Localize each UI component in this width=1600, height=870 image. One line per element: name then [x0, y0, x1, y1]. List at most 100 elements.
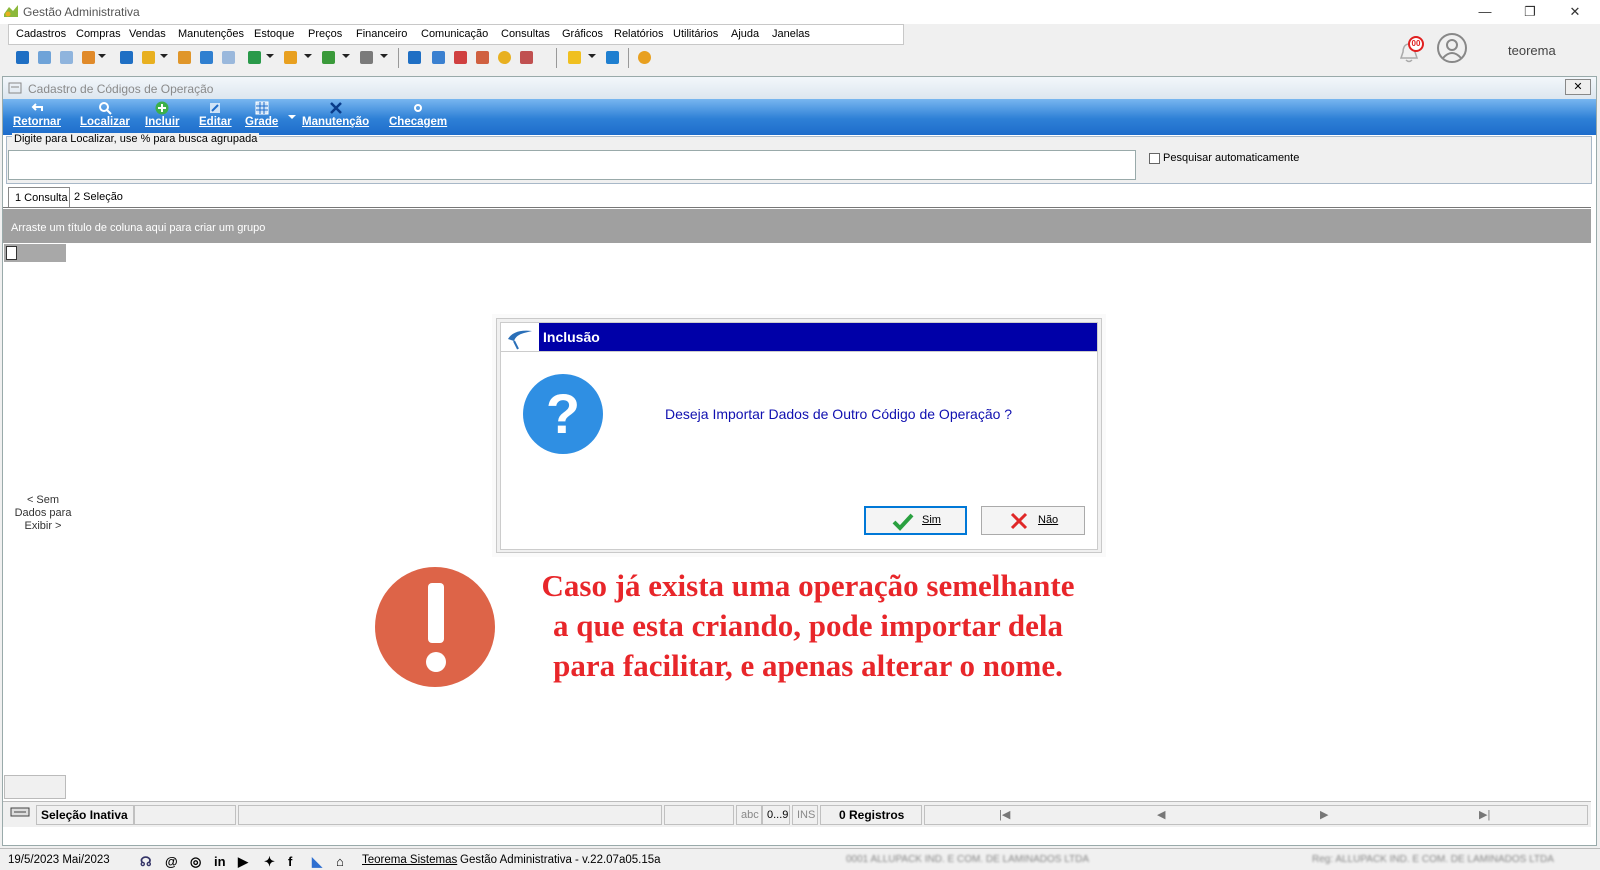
tab-consulta[interactable]: 1 Consulta: [8, 187, 70, 207]
username: teorema: [1508, 43, 1556, 58]
pasta-icon[interactable]: [142, 51, 155, 64]
menu-consultas[interactable]: Consultas: [501, 28, 550, 40]
checagem-button[interactable]: Checagem: [389, 101, 447, 128]
dialog-body: ? Deseja Importar Dados de Outro Código …: [500, 352, 1098, 550]
support-icon[interactable]: ☊: [140, 854, 152, 870]
email-icon[interactable]: @: [165, 854, 178, 869]
dinheiro-icon[interactable]: [200, 51, 213, 64]
impressora-icon[interactable]: [360, 51, 373, 64]
window-title: Gestão Administrativa: [23, 5, 140, 19]
notifications-bell-icon[interactable]: 00: [1398, 36, 1424, 64]
form-icon: [8, 82, 22, 94]
youtube-icon[interactable]: ▶: [238, 854, 248, 870]
auto-search-checkbox[interactable]: [1149, 153, 1160, 164]
nav-last-button[interactable]: ▶|: [1479, 806, 1490, 824]
manutencao-button[interactable]: Manutenção: [302, 101, 369, 128]
linkedin-icon[interactable]: in: [214, 854, 226, 869]
auto-search-label[interactable]: Pesquisar automaticamente: [1163, 152, 1299, 164]
records-count: 0 Registros: [820, 805, 922, 825]
clientes-icon[interactable]: [16, 51, 29, 64]
menu-estoque[interactable]: Estoque: [254, 28, 294, 40]
question-icon: ?: [523, 374, 603, 454]
relatorio-icon[interactable]: [520, 51, 533, 64]
agenda-icon[interactable]: [476, 51, 489, 64]
user-avatar-icon[interactable]: [1437, 33, 1467, 63]
teorema-logo-icon[interactable]: ◣: [312, 854, 322, 870]
restore-button[interactable]: ❐: [1515, 2, 1545, 22]
editar-button[interactable]: Editar: [199, 101, 232, 128]
app-status-bar: 19/5/2023 Mai/2023 ☊ @ ◎ in ▶ ✦ f ◣ ⌂ Te…: [0, 848, 1600, 870]
usuario-icon[interactable]: [178, 51, 191, 64]
app-logo-icon: [4, 5, 18, 17]
dropdown-arrow-icon[interactable]: [304, 54, 312, 58]
dropdown-arrow-icon[interactable]: [160, 54, 168, 58]
financeiro-icon[interactable]: [322, 51, 335, 64]
abc-indicator: abc: [736, 805, 762, 825]
dropdown-arrow-icon[interactable]: [266, 54, 274, 58]
menu-graficos[interactable]: Gráficos: [562, 28, 603, 40]
monitor-icon[interactable]: [408, 51, 421, 64]
menu-cadastros[interactable]: Cadastros: [16, 28, 66, 40]
relogio-icon[interactable]: [498, 51, 511, 64]
teorema-link[interactable]: Teorema Sistemas: [362, 854, 457, 866]
column-chooser-icon[interactable]: [6, 246, 17, 260]
fornecedores-icon[interactable]: [38, 51, 51, 64]
nota-icon[interactable]: [222, 51, 235, 64]
dropdown-arrow-icon[interactable]: [380, 54, 388, 58]
instagram-icon[interactable]: ◎: [190, 854, 201, 870]
ajuda-icon[interactable]: [606, 51, 619, 64]
sim-button[interactable]: Sim: [864, 506, 967, 535]
facebook-icon[interactable]: f: [288, 854, 292, 869]
search-input[interactable]: [8, 150, 1136, 180]
status-cell-empty: [238, 805, 662, 825]
menu-utilitarios[interactable]: Utilitários: [673, 28, 718, 40]
close-x-icon: [1010, 512, 1028, 530]
notification-count-badge: 00: [1408, 36, 1424, 52]
caixa-icon[interactable]: [284, 51, 297, 64]
nav-next-button[interactable]: ▶: [1320, 806, 1328, 824]
nav-first-button[interactable]: |◀: [999, 806, 1010, 824]
menu-compras[interactable]: Compras: [76, 28, 121, 40]
menu-janelas[interactable]: Janelas: [772, 28, 810, 40]
dropdown-arrow-icon[interactable]: [342, 54, 350, 58]
menu-relatorios[interactable]: Relatórios: [614, 28, 664, 40]
retornar-button[interactable]: Retornar: [13, 101, 61, 128]
documento-icon[interactable]: [120, 51, 133, 64]
menu-manutencoes[interactable]: Manutenções: [178, 28, 244, 40]
grid-footer-cell: [4, 775, 66, 799]
exclamation-bar: [428, 583, 444, 643]
dropdown-arrow-icon[interactable]: [588, 54, 596, 58]
minimize-button[interactable]: —: [1470, 2, 1500, 22]
keyboard-icon: [6, 805, 36, 825]
menu-ajuda[interactable]: Ajuda: [731, 28, 759, 40]
nao-button[interactable]: Não: [981, 506, 1085, 535]
close-button[interactable]: ✕: [1560, 2, 1590, 22]
edit-icon: [210, 103, 221, 113]
favoritos-star-icon[interactable]: [568, 51, 581, 64]
lista-icon[interactable]: [82, 51, 95, 64]
menu-vendas[interactable]: Vendas: [129, 28, 166, 40]
editar-label: Editar: [199, 116, 232, 128]
tab-selecao[interactable]: 2 Seleção: [72, 187, 142, 207]
annotation-text: Caso já exista uma operação semelhante a…: [498, 566, 1118, 686]
form-close-button[interactable]: ✕: [1565, 79, 1591, 95]
cartao-icon[interactable]: [60, 51, 73, 64]
menu-precos[interactable]: Preços: [308, 28, 342, 40]
grade-button[interactable]: Grade: [245, 101, 278, 128]
power-icon[interactable]: [638, 51, 651, 64]
localizar-button[interactable]: Localizar: [80, 101, 130, 128]
menu-comunicacao[interactable]: Comunicação: [421, 28, 488, 40]
calculadora-icon[interactable]: [432, 51, 445, 64]
carrinho-icon[interactable]: [248, 51, 261, 64]
grade-dropdown-arrow-icon[interactable]: [288, 115, 296, 119]
registered-to: Reg: ALLUPACK IND. E COM. DE LAMINADOS L…: [1312, 854, 1554, 865]
menu-bar: Cadastros Compras Vendas Manutenções Est…: [8, 24, 904, 45]
menu-financeiro[interactable]: Financeiro: [356, 28, 407, 40]
twitter-icon[interactable]: ✦: [264, 854, 275, 870]
calendario-icon[interactable]: [454, 51, 467, 64]
nav-prev-button[interactable]: ◀: [1157, 806, 1165, 824]
incluir-button[interactable]: Incluir: [145, 101, 180, 128]
dropdown-arrow-icon[interactable]: [98, 54, 106, 58]
sim-label: Sim: [922, 514, 941, 526]
form-ribbon: Retornar Localizar Incluir Editar Grade …: [3, 99, 1596, 135]
